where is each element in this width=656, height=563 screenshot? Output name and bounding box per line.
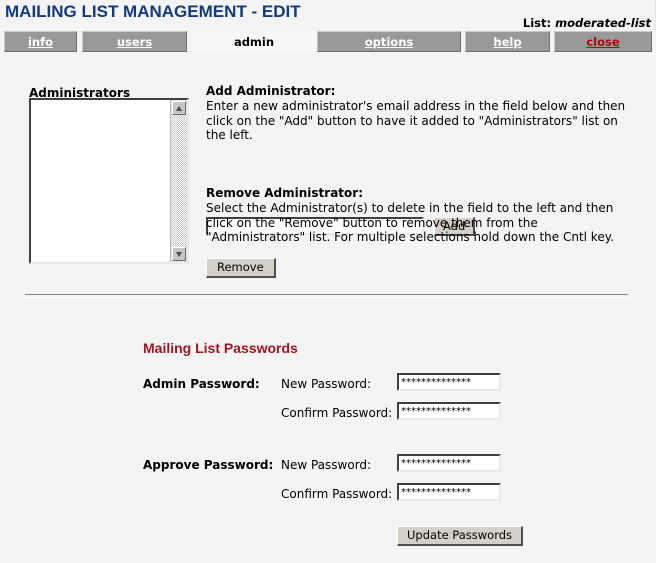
list-prefix-label: List:	[523, 16, 551, 30]
remove-administrator-heading: Remove Administrator:	[206, 186, 626, 200]
tab-admin-label: admin	[234, 35, 274, 49]
tab-info-label: info	[28, 35, 53, 49]
update-passwords-button[interactable]: Update Passwords	[397, 526, 523, 546]
tab-options-label: options	[365, 35, 414, 49]
admin-confirm-password-label: Confirm Password:	[281, 406, 392, 420]
tab-help[interactable]: help	[465, 31, 550, 52]
triangle-up-icon[interactable]	[172, 101, 186, 115]
tab-info[interactable]: info	[4, 31, 77, 52]
approve-new-password-input[interactable]	[397, 454, 501, 472]
admin-new-password-input[interactable]	[397, 373, 501, 391]
tab-options[interactable]: options	[317, 31, 461, 52]
tab-help-label: help	[493, 35, 521, 49]
approve-password-group-label: Approve Password:	[143, 458, 273, 472]
tab-close[interactable]: close	[554, 31, 652, 52]
current-list-indicator: List: moderated-list	[523, 16, 651, 30]
add-administrator-section: Add Administrator: Enter a new administr…	[206, 84, 626, 143]
remove-button[interactable]: Remove	[206, 258, 276, 278]
remove-administrator-section: Remove Administrator: Select the Adminis…	[206, 186, 626, 245]
page-root: MAILING LIST MANAGEMENT - EDIT List: mod…	[0, 0, 656, 563]
remove-administrator-description: Select the Administrator(s) to delete in…	[206, 201, 626, 245]
admin-confirm-password-input[interactable]	[397, 402, 501, 420]
section-divider	[25, 294, 628, 298]
admin-password-group-label: Admin Password:	[143, 377, 260, 391]
administrators-listbox-items[interactable]	[31, 100, 170, 262]
tab-users[interactable]: users	[82, 31, 187, 52]
tab-bar-underline	[0, 52, 656, 62]
administrators-scrollbar[interactable]	[170, 100, 187, 262]
tab-bar: info users admin options help close	[0, 31, 656, 52]
tab-users-label: users	[117, 35, 152, 49]
page-title: MAILING LIST MANAGEMENT - EDIT	[5, 2, 301, 22]
add-administrator-description: Enter a new administrator's email addres…	[206, 99, 626, 143]
triangle-down-icon[interactable]	[172, 247, 186, 261]
administrators-listbox[interactable]	[29, 98, 189, 264]
approve-new-password-label: New Password:	[281, 458, 371, 472]
add-administrator-heading: Add Administrator:	[206, 84, 626, 98]
tab-admin[interactable]: admin	[191, 31, 317, 52]
admin-new-password-label: New Password:	[281, 377, 371, 391]
list-name-value: moderated-list	[555, 16, 651, 30]
main-content: Administrators Add Administrator: Enter …	[0, 62, 656, 563]
tab-close-label: close	[586, 35, 619, 49]
approve-confirm-password-input[interactable]	[397, 483, 501, 501]
passwords-heading: Mailing List Passwords	[143, 340, 298, 356]
approve-confirm-password-label: Confirm Password:	[281, 487, 392, 501]
